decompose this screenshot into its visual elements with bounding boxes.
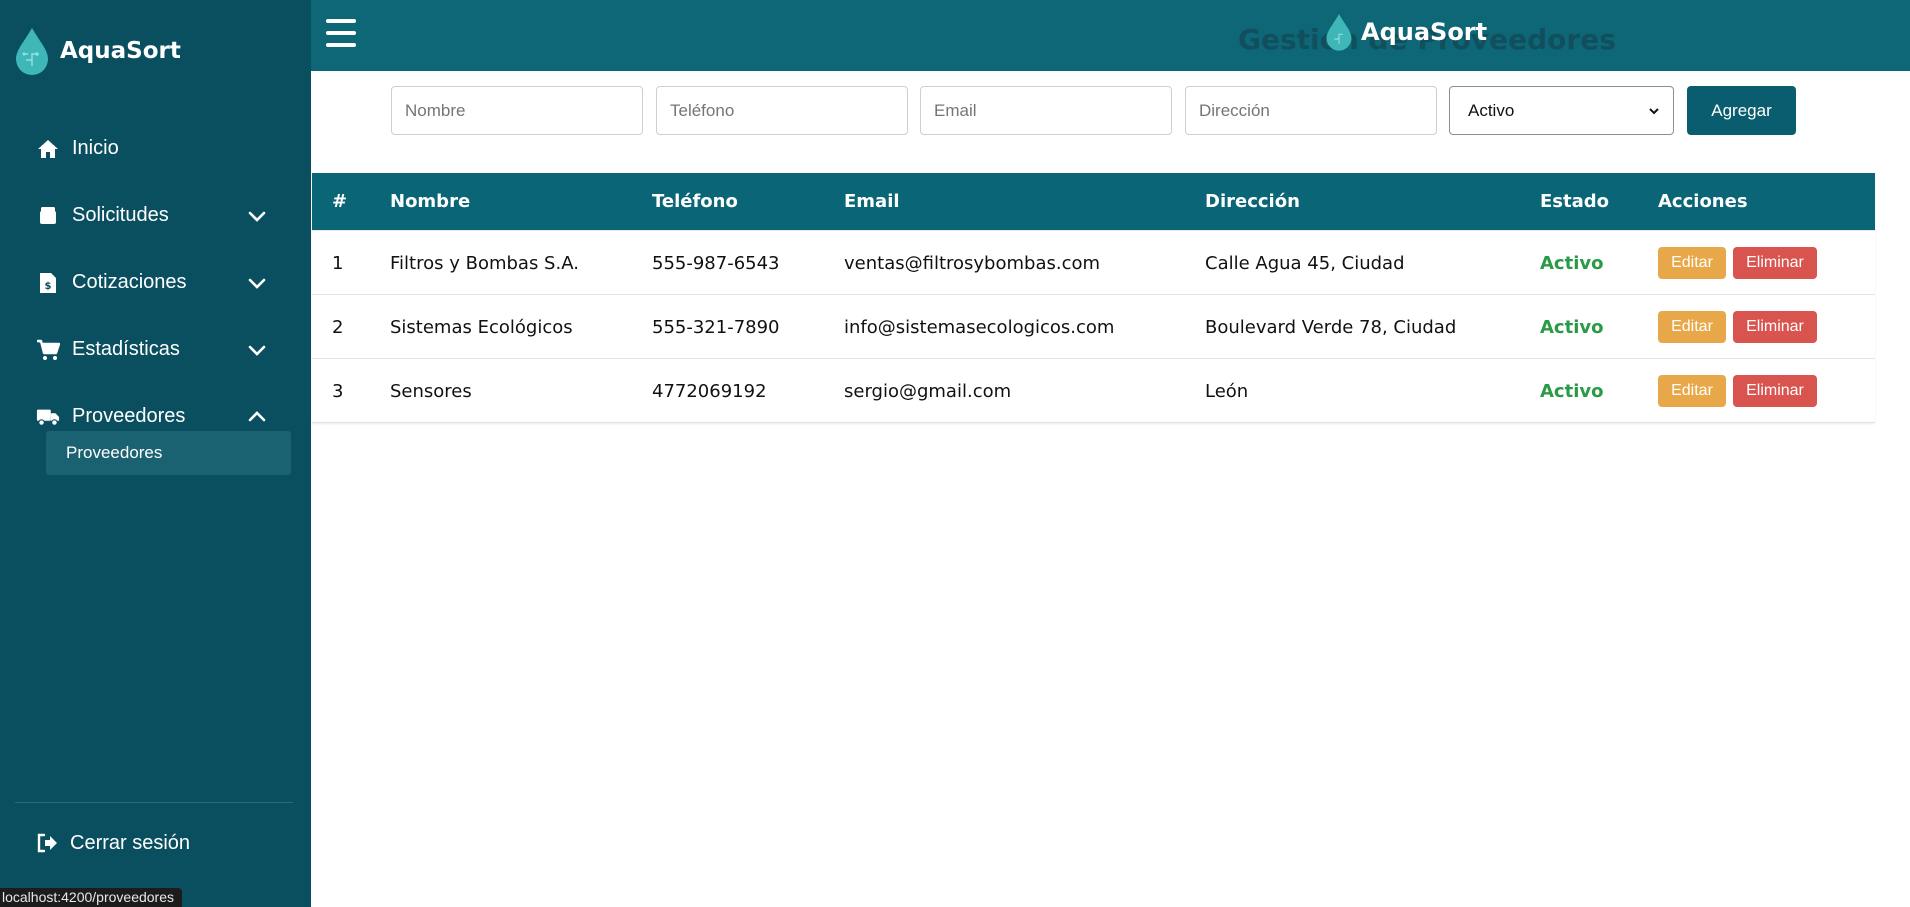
delete-button[interactable]: Eliminar — [1733, 247, 1817, 279]
cell-email: sergio@gmail.com — [844, 380, 1012, 402]
cart-icon — [36, 338, 60, 362]
status-bar-url: localhost:4200/proveedores — [0, 888, 183, 907]
table-row: 1 Filtros y Bombas S.A. 555-987-6543 ven… — [312, 230, 1875, 294]
sidebar-item-label: Cotizaciones — [72, 271, 187, 293]
delete-button[interactable]: Eliminar — [1733, 311, 1817, 343]
edit-button[interactable]: Editar — [1658, 311, 1726, 343]
cell-nombre: Filtros y Bombas S.A. — [390, 252, 579, 274]
chevron-down-icon[interactable] — [247, 273, 267, 293]
svg-text:$: $ — [45, 281, 52, 292]
column-header: Estado — [1540, 191, 1610, 212]
cell-actions: Editar Eliminar — [1658, 295, 1817, 359]
sidebar-item-label: Proveedores — [72, 405, 186, 427]
nombre-input[interactable] — [391, 86, 643, 135]
cell-actions: Editar Eliminar — [1658, 359, 1817, 423]
cell-direccion: Boulevard Verde 78, Ciudad — [1205, 316, 1457, 338]
sidebar-item-estadisticas[interactable]: Estadísticas — [0, 316, 311, 383]
logout-button[interactable]: Cerrar sesión — [36, 827, 190, 859]
table-row: 3 Sensores 4772069192 sergio@gmail.com L… — [312, 358, 1875, 422]
sidebar-nav: Inicio Solicitudes $ Cotizaciones Estadí… — [0, 115, 311, 450]
cell-email: info@sistemasecologicos.com — [844, 316, 1115, 338]
sidebar-item-cotizaciones[interactable]: $ Cotizaciones — [0, 249, 311, 316]
cell-email: ventas@filtrosybombas.com — [844, 252, 1101, 274]
sidebar-item-inicio[interactable]: Inicio — [0, 115, 311, 182]
cell-id: 2 — [332, 316, 344, 338]
cell-telefono: 555-321-7890 — [652, 316, 780, 338]
sidebar-subitem-proveedores[interactable]: Proveedores — [46, 431, 291, 475]
sidebar-item-label: Estadísticas — [72, 338, 180, 360]
logout-label: Cerrar sesión — [70, 831, 191, 854]
email-input[interactable] — [920, 86, 1172, 135]
column-header: # — [332, 191, 348, 212]
logout-icon — [37, 833, 57, 853]
sidebar-divider — [15, 802, 293, 803]
sidebar: AquaSort Inicio Solicitudes $ Cotizacion… — [0, 0, 311, 907]
cell-nombre: Sensores — [390, 380, 472, 402]
cell-direccion: León — [1205, 380, 1249, 402]
sidebar-item-solicitudes[interactable]: Solicitudes — [0, 182, 311, 249]
water-drop-icon — [1326, 14, 1352, 51]
header-brand: AquaSort — [1325, 12, 1487, 52]
brand-name: AquaSort — [60, 38, 181, 64]
box-icon — [36, 204, 60, 228]
chevron-down-icon — [1649, 108, 1659, 115]
column-header: Email — [844, 191, 900, 212]
cell-id: 3 — [332, 380, 344, 402]
table-header: # Nombre Teléfono Email Dirección Estado… — [312, 173, 1875, 230]
hamburger-menu-icon[interactable] — [326, 19, 356, 47]
chevron-down-icon[interactable] — [247, 206, 267, 226]
cell-nombre: Sistemas Ecológicos — [390, 316, 573, 338]
direccion-input[interactable] — [1185, 86, 1437, 135]
column-header: Nombre — [390, 191, 471, 212]
cell-telefono: 4772069192 — [652, 380, 767, 402]
column-header: Teléfono — [652, 191, 738, 212]
table-row: 2 Sistemas Ecológicos 555-321-7890 info@… — [312, 294, 1875, 358]
edit-button[interactable]: Editar — [1658, 247, 1726, 279]
chevron-down-icon[interactable] — [247, 340, 267, 360]
estado-select[interactable]: Activo — [1449, 86, 1674, 135]
delete-button[interactable]: Eliminar — [1733, 375, 1817, 407]
home-icon — [36, 137, 60, 161]
water-drop-icon — [16, 28, 48, 75]
suppliers-table: # Nombre Teléfono Email Dirección Estado… — [312, 173, 1875, 423]
top-header: Gestión de Proveedores AquaSort — [311, 0, 1910, 71]
add-button[interactable]: Agregar — [1687, 86, 1796, 135]
sidebar-item-label: Inicio — [72, 137, 119, 159]
cell-id: 1 — [332, 252, 344, 274]
column-header: Dirección — [1205, 191, 1300, 212]
status-badge: Activo — [1540, 380, 1604, 402]
cell-telefono: 555-987-6543 — [652, 252, 780, 274]
cell-actions: Editar Eliminar — [1658, 231, 1817, 295]
header-brand-name: AquaSort — [1361, 18, 1488, 46]
telefono-input[interactable] — [656, 86, 908, 135]
chevron-up-icon[interactable] — [247, 407, 267, 427]
brand-logo[interactable]: AquaSort — [14, 26, 181, 76]
status-badge: Activo — [1540, 252, 1604, 274]
edit-button[interactable]: Editar — [1658, 375, 1726, 407]
status-badge: Activo — [1540, 316, 1604, 338]
sidebar-item-label: Solicitudes — [72, 204, 169, 226]
truck-icon — [36, 405, 60, 429]
column-header: Acciones — [1658, 191, 1748, 212]
estado-select-value: Activo — [1468, 100, 1515, 120]
cell-direccion: Calle Agua 45, Ciudad — [1205, 252, 1405, 274]
invoice-icon: $ — [36, 271, 60, 295]
